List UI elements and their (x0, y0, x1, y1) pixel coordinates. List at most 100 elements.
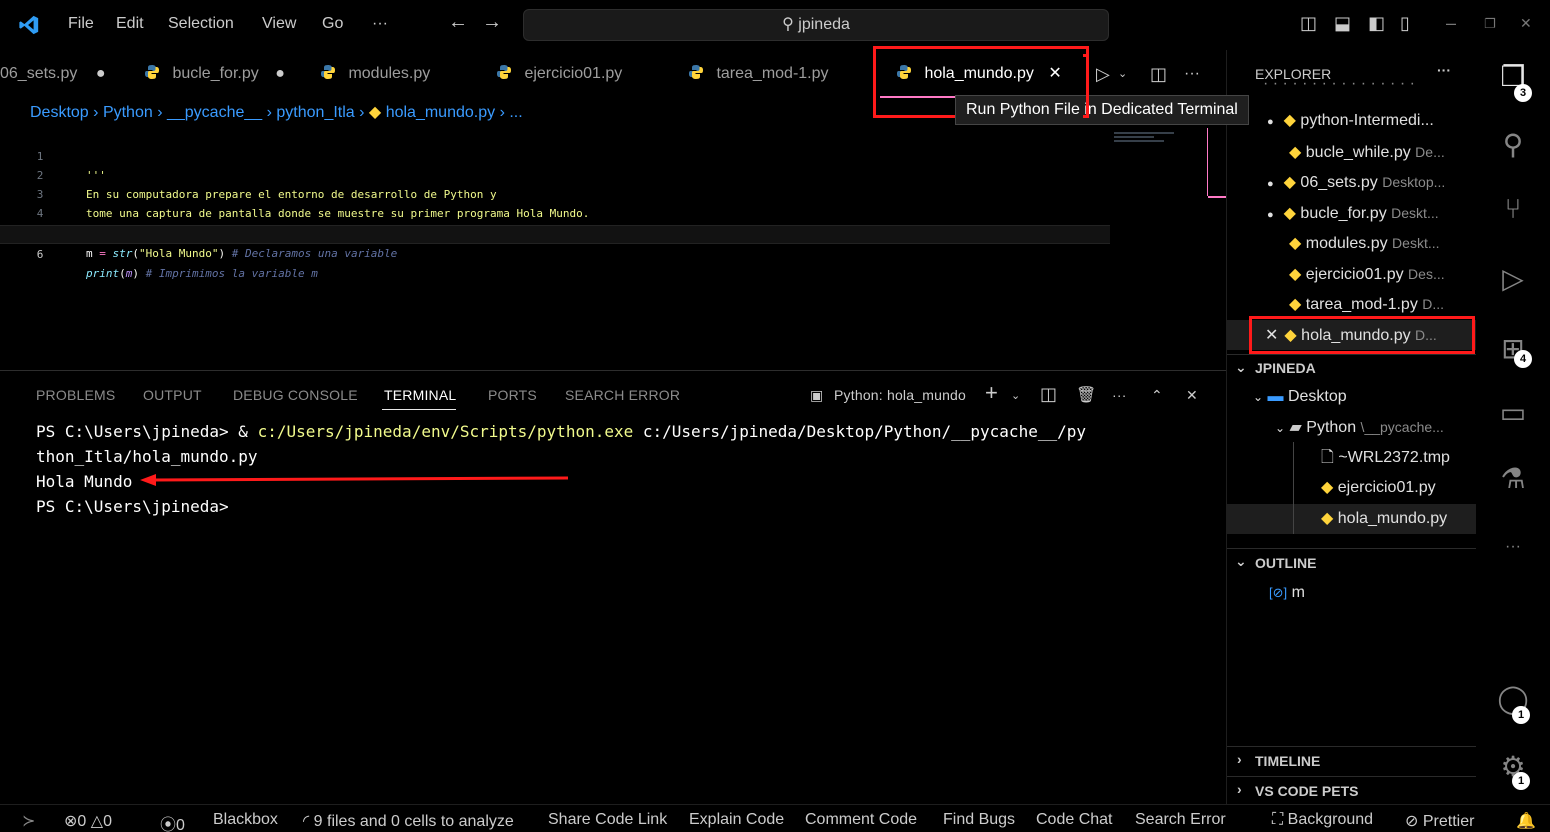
more-views-icon[interactable]: ··· (1496, 530, 1530, 564)
status-find-bugs[interactable]: Find Bugs (943, 811, 1015, 829)
more-actions-icon[interactable]: ··· (1112, 387, 1127, 403)
menu-file[interactable]: File (68, 15, 94, 33)
section-outline[interactable]: ⌄ OUTLINE (1227, 548, 1477, 574)
tree-file-selected[interactable]: ◆ hola_mundo.py (1227, 504, 1477, 534)
breadcrumb-file[interactable]: hola_mundo.py (386, 104, 495, 121)
tree-folder-python[interactable]: ⌄ ▰ Python \__pycache... (1275, 412, 1444, 442)
status-search-error[interactable]: Search Error (1135, 811, 1226, 829)
section-timeline[interactable]: › TIMELINE (1227, 746, 1477, 772)
panel-tab-ports[interactable]: PORTS (488, 387, 537, 403)
toggle-panel-icon[interactable]: ⬓ (1334, 13, 1351, 34)
terminal-dropdown-chevron-icon[interactable]: ⌄ (1011, 389, 1020, 402)
toggle-secondary-sidebar-icon[interactable]: ◧ (1368, 13, 1385, 34)
section-jpineda[interactable]: ⌄ JPINEDA (1227, 354, 1477, 378)
run-debug-icon[interactable]: ▷ (1496, 262, 1530, 296)
close-window-icon[interactable]: ✕ (1520, 15, 1532, 32)
tree-label: ~WRL2372.tmp (1338, 449, 1450, 466)
status-code-chat[interactable]: Code Chat (1036, 811, 1113, 829)
notifications-bell-icon[interactable]: 🔔 (1516, 811, 1536, 831)
status-explain-code[interactable]: Explain Code (689, 811, 784, 829)
panel-tab-terminal[interactable]: TERMINAL (384, 387, 456, 403)
panel-tab-debug-console[interactable]: DEBUG CONSOLE (233, 387, 358, 403)
minimize-icon[interactable]: – (1446, 13, 1456, 34)
ports-status[interactable]: ⦿0 (160, 811, 185, 832)
tree-file[interactable]: ◆ ejercicio01.py (1321, 473, 1436, 503)
menu-selection[interactable]: Selection (168, 15, 234, 33)
split-editor-icon[interactable]: ◫ (1150, 50, 1167, 98)
tab-ejercicio01[interactable]: ejercicio01.py (496, 50, 622, 98)
chevron-down-icon: ⌄ (1235, 359, 1247, 375)
panel-tab-problems[interactable]: PROBLEMS (36, 387, 115, 403)
menu-view[interactable]: View (262, 15, 296, 33)
code-line: 3 tome una captura de pantalla donde se … (0, 166, 590, 220)
menu-more[interactable]: ··· (372, 15, 388, 33)
tab-06-sets[interactable]: 06_sets.py ● (0, 50, 106, 98)
command-center-search[interactable]: ⚲ jpineda (523, 9, 1109, 41)
tree-folder-desktop[interactable]: ⌄ ▬ Desktop (1253, 382, 1347, 412)
new-terminal-icon[interactable]: + (985, 380, 998, 406)
forward-arrow-icon[interactable]: → (482, 11, 502, 34)
menu-go[interactable]: Go (322, 15, 343, 33)
back-arrow-icon[interactable]: ← (448, 11, 468, 34)
open-editor-item[interactable]: ● ◆ 06_sets.py Desktop... (1267, 167, 1445, 197)
open-editor-item[interactable]: ● ◆ python-Intermedi... (1267, 106, 1434, 136)
open-editor-item[interactable]: ◆ ejercicio01.py Des... (1289, 259, 1445, 289)
status-share-code-link[interactable]: Share Code Link (548, 811, 667, 829)
open-editor-path: D... (1422, 296, 1445, 312)
testing-flask-icon[interactable]: ⚗ (1496, 462, 1530, 496)
open-editor-item[interactable]: ◆ modules.py Deskt... (1289, 228, 1440, 258)
settings-badge: 1 (1512, 772, 1530, 790)
open-editor-label: modules.py (1305, 235, 1388, 252)
source-control-icon[interactable]: ⑂ (1496, 192, 1530, 226)
breadcrumb-more[interactable]: ... (509, 104, 522, 121)
more-actions-icon[interactable]: ··· (1184, 50, 1200, 98)
code-editor[interactable]: 1 ''' 2 En su computadora prepare el ent… (0, 128, 1226, 366)
code-comment: # Imprimimos la variable m (145, 267, 318, 280)
breadcrumb-pycache[interactable]: __pycache__ (167, 104, 262, 121)
panel-tab-output[interactable]: OUTPUT (143, 387, 202, 403)
explorer-sidebar: EXPLORER ··· · · · · · · · · · · · · · ·… (1226, 50, 1477, 804)
open-editor-item[interactable]: ● ◆ bucle_for.py Deskt... (1267, 198, 1439, 228)
breadcrumb-python[interactable]: Python (103, 104, 153, 121)
status-prettier[interactable]: ⊘ Prettier (1405, 811, 1474, 831)
explorer-more-icon[interactable]: ··· (1437, 62, 1451, 78)
run-dropdown-chevron-icon[interactable]: ⌄ (1118, 50, 1127, 98)
tree-file[interactable]: 🗋 ~WRL2372.tmp (1321, 443, 1450, 473)
status-analyze[interactable]: ◜ 9 files and 0 cells to analyze (303, 811, 514, 831)
restore-icon[interactable]: ❐ (1484, 16, 1496, 32)
search-icon[interactable]: ⚲ (1496, 128, 1530, 162)
status-comment-code[interactable]: Comment Code (805, 811, 917, 829)
outline-item[interactable]: [⊘] m (1269, 578, 1305, 608)
status-background[interactable]: ⛶ Background (1272, 811, 1373, 829)
tab-tarea-mod-1[interactable]: tarea_mod-1.py (688, 50, 829, 98)
tab-bucle-for[interactable]: bucle_for.py ● (144, 50, 285, 98)
open-editor-item[interactable]: ◆ tarea_mod-1.py D... (1289, 289, 1444, 319)
python-file-icon: ◆ (1283, 112, 1296, 129)
python-file-icon: ◆ (1289, 266, 1302, 283)
toggle-primary-sidebar-icon[interactable]: ◫ (1300, 13, 1317, 34)
remote-indicator-icon[interactable]: ≻ (22, 811, 35, 831)
maximize-panel-icon[interactable]: ⌃ (1151, 387, 1163, 404)
problems-status[interactable]: ⊗0 △0 (64, 811, 112, 831)
terminal-output[interactable]: PS C:\Users\jpineda> & c:/Users/jpineda/… (36, 419, 1086, 519)
image-icon: ⛶ (1272, 811, 1284, 828)
menu-edit[interactable]: Edit (116, 15, 144, 33)
split-terminal-icon[interactable]: ◫ (1040, 384, 1057, 405)
breadcrumb-desktop[interactable]: Desktop (30, 104, 89, 121)
remote-explorer-icon[interactable]: ▭ (1496, 396, 1530, 430)
minimap[interactable] (1114, 132, 1178, 142)
run-python-file-icon[interactable]: ▷ (1096, 50, 1110, 98)
kill-terminal-icon[interactable]: 🗑 (1076, 385, 1097, 405)
scrollbar-track[interactable] (1207, 128, 1208, 196)
breadcrumb-python-itla[interactable]: python_Itla (276, 104, 354, 121)
section-vscode-pets[interactable]: › VS CODE PETS (1227, 776, 1477, 802)
panel-tab-search-error[interactable]: SEARCH ERROR (565, 387, 680, 403)
close-panel-icon[interactable]: ✕ (1186, 387, 1198, 404)
file-icon: 🗋 (1321, 449, 1334, 466)
customize-layout-icon[interactable]: ▯ (1400, 13, 1410, 34)
open-editor-item[interactable]: ◆ bucle_while.py De... (1289, 137, 1445, 167)
tab-modules[interactable]: modules.py (320, 50, 430, 98)
tree-label: hola_mundo.py (1337, 510, 1448, 527)
terminal-name[interactable]: Python: hola_mundo (834, 387, 966, 403)
status-blackbox[interactable]: Blackbox (213, 811, 278, 829)
